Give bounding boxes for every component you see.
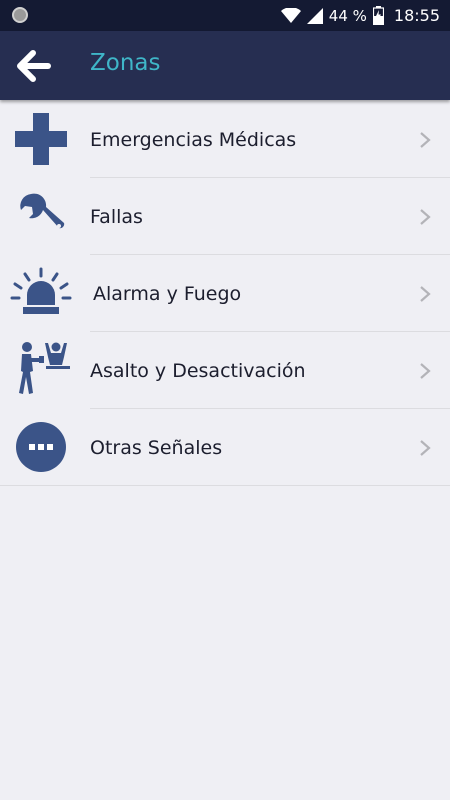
back-button[interactable] xyxy=(14,48,54,84)
more-dots-icon xyxy=(8,416,74,478)
notification-icon xyxy=(12,7,28,23)
status-bar: 44 % 18:55 xyxy=(0,0,450,31)
robbery-icon xyxy=(8,339,74,401)
battery-charging-icon xyxy=(372,6,384,25)
divider xyxy=(0,485,450,486)
menu-item-emergencias-medicas[interactable]: Emergencias Médicas xyxy=(0,101,450,178)
arrow-left-icon xyxy=(17,50,51,82)
app-bar: Zonas xyxy=(0,31,450,100)
chevron-right-icon xyxy=(420,439,431,456)
wifi-icon xyxy=(280,7,301,23)
menu-item-fallas[interactable]: Fallas xyxy=(0,178,450,255)
chevron-right-icon xyxy=(420,208,431,225)
menu-item-label: Otras Señales xyxy=(90,436,223,459)
zones-list: Emergencias Médicas Fallas Alarma y Fueg… xyxy=(0,101,450,486)
menu-item-label: Fallas xyxy=(90,205,143,228)
medical-cross-icon xyxy=(8,108,74,170)
menu-item-label: Emergencias Médicas xyxy=(90,128,297,151)
siren-icon xyxy=(8,262,74,324)
chevron-right-icon xyxy=(420,131,431,148)
chevron-right-icon xyxy=(420,285,431,302)
menu-item-label: Alarma y Fuego xyxy=(93,282,242,305)
menu-item-alarma-y-fuego[interactable]: Alarma y Fuego xyxy=(0,255,450,332)
clock: 18:55 xyxy=(393,6,440,25)
menu-item-otras-senales[interactable]: Otras Señales xyxy=(0,409,450,486)
signal-icon xyxy=(306,7,323,24)
menu-item-asalto-y-desactivacion[interactable]: Asalto y Desactivación xyxy=(0,332,450,409)
chevron-right-icon xyxy=(420,362,431,379)
wrench-icon xyxy=(8,185,74,247)
status-indicators: 44 % 18:55 xyxy=(280,0,440,31)
page-title: Zonas xyxy=(90,50,161,76)
menu-item-label: Asalto y Desactivación xyxy=(90,359,306,382)
battery-percent: 44 % xyxy=(328,6,367,25)
